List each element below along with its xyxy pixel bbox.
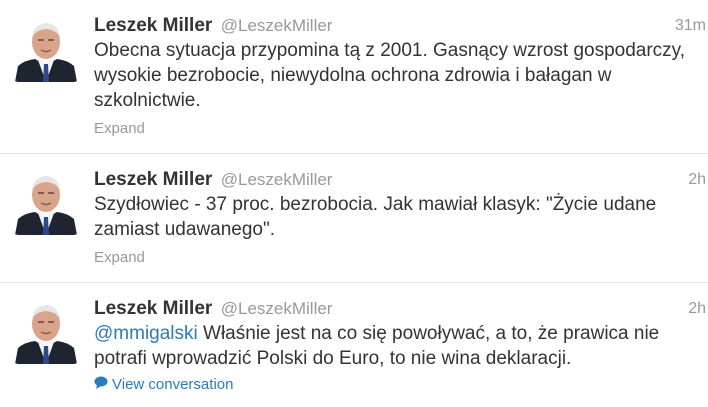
tweet-header: Leszek Miller @LeszekMiller xyxy=(94,14,332,39)
fullname[interactable]: Leszek Miller xyxy=(94,15,212,36)
expand-link[interactable]: Expand xyxy=(94,119,145,139)
tweet-timeline: Leszek Miller @LeszekMiller 31m Obecna s… xyxy=(0,0,708,407)
view-conversation-label: View conversation xyxy=(112,376,234,393)
tweet[interactable]: Leszek Miller @LeszekMiller 2h @mmigalsk… xyxy=(0,283,708,407)
username[interactable]: @LeszekMiller xyxy=(221,170,333,189)
avatar[interactable] xyxy=(13,16,79,82)
tweet-text: @mmigalski Właśnie jest na co się powoły… xyxy=(94,321,694,371)
fullname[interactable]: Leszek Miller xyxy=(94,169,212,190)
timestamp[interactable]: 2h xyxy=(688,299,706,319)
tweet[interactable]: Leszek Miller @LeszekMiller 31m Obecna s… xyxy=(0,0,708,154)
timestamp[interactable]: 31m xyxy=(675,16,706,36)
avatar[interactable] xyxy=(13,298,79,364)
fullname[interactable]: Leszek Miller xyxy=(94,298,212,319)
tweet-header: Leszek Miller @LeszekMiller xyxy=(94,297,332,322)
mention-link[interactable]: @mmigalski xyxy=(94,323,198,344)
speech-bubble-icon xyxy=(94,375,108,395)
tweet[interactable]: Leszek Miller @LeszekMiller 2h Szydłowie… xyxy=(0,154,708,283)
timestamp[interactable]: 2h xyxy=(688,170,706,190)
tweet-header: Leszek Miller @LeszekMiller xyxy=(94,168,332,193)
username[interactable]: @LeszekMiller xyxy=(221,299,333,318)
tweet-text: Obecna sytuacja przypomina tą z 2001. Ga… xyxy=(94,40,686,111)
tweet-text: Szydłowiec - 37 proc. bezrobocia. Jak ma… xyxy=(94,194,657,240)
view-conversation-link[interactable]: View conversation xyxy=(94,375,233,395)
avatar[interactable] xyxy=(13,169,79,235)
username[interactable]: @LeszekMiller xyxy=(221,16,333,35)
expand-link[interactable]: Expand xyxy=(94,248,145,268)
